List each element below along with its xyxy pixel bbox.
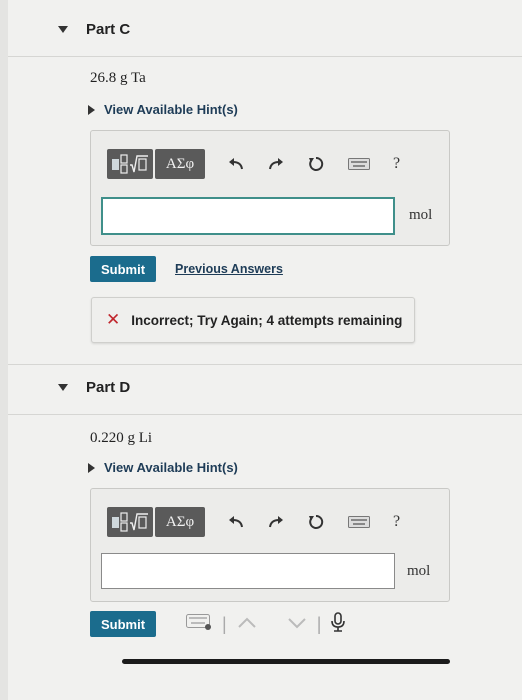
feedback-banner: ✕ Incorrect; Try Again; 4 attempts remai… <box>91 297 415 343</box>
help-icon[interactable]: ? <box>393 155 400 173</box>
part-c-submit-button[interactable]: Submit <box>90 256 157 282</box>
math-toolbar: ΑΣφ ? <box>107 507 400 537</box>
templates-icon <box>112 512 148 532</box>
part-d-title: Part D <box>86 379 131 396</box>
part-c-unit: mol <box>409 207 433 223</box>
part-d-header[interactable]: Part D <box>58 379 130 396</box>
keyboard-accessory-bar: | | <box>186 612 346 637</box>
keyboard-icon[interactable] <box>186 614 212 635</box>
part-d-hint-toggle[interactable]: View Available Hint(s) <box>88 460 238 475</box>
previous-answers-link[interactable]: Previous Answers <box>175 262 283 276</box>
part-c-title: Part C <box>86 21 131 38</box>
close-icon: ✕ <box>106 310 121 329</box>
divider: | <box>222 614 227 634</box>
keyboard-icon[interactable] <box>347 155 371 173</box>
chevron-down-icon <box>58 26 68 33</box>
part-d-unit: mol <box>407 563 431 579</box>
chevron-up-icon[interactable] <box>237 616 257 634</box>
divider <box>8 414 522 415</box>
chevron-down-icon <box>58 384 68 391</box>
reset-icon[interactable] <box>307 513 325 531</box>
part-d-submit-button[interactable]: Submit <box>90 611 157 637</box>
redo-icon[interactable] <box>267 513 285 531</box>
symbols-button[interactable]: ΑΣφ <box>155 507 205 537</box>
chevron-down-icon[interactable] <box>287 616 307 634</box>
undo-icon[interactable] <box>227 513 245 531</box>
keyboard-icon[interactable] <box>347 513 371 531</box>
divider <box>8 364 522 365</box>
help-icon[interactable]: ? <box>393 513 400 531</box>
hint-label: View Available Hint(s) <box>104 460 238 475</box>
symbols-button[interactable]: ΑΣφ <box>155 149 205 179</box>
part-c-question: 26.8 g Ta <box>90 70 146 86</box>
part-c-answer-input[interactable] <box>101 197 395 235</box>
math-toolbar: ΑΣφ ? <box>107 149 400 179</box>
part-c-answer-box: ΑΣφ ? mol <box>90 130 450 246</box>
home-indicator <box>122 659 450 664</box>
templates-button[interactable] <box>107 507 153 537</box>
feedback-text: Incorrect; Try Again; 4 attempts remaini… <box>131 312 403 328</box>
redo-icon[interactable] <box>267 155 285 173</box>
divider: | <box>316 614 322 634</box>
part-d-question: 0.220 g Li <box>90 430 153 446</box>
templates-button[interactable] <box>107 149 153 179</box>
part-c-hint-toggle[interactable]: View Available Hint(s) <box>88 102 238 117</box>
reset-icon[interactable] <box>307 155 325 173</box>
microphone-icon[interactable] <box>331 612 346 637</box>
part-c-header[interactable]: Part C <box>58 21 130 38</box>
caret-right-icon <box>88 462 95 473</box>
part-d-answer-box: ΑΣφ ? mol <box>90 488 450 602</box>
divider <box>8 56 522 57</box>
templates-icon <box>112 154 148 174</box>
left-rule <box>0 0 8 700</box>
part-d-answer-input[interactable] <box>101 553 395 589</box>
caret-right-icon <box>88 104 95 115</box>
undo-icon[interactable] <box>227 155 245 173</box>
hint-label: View Available Hint(s) <box>104 102 238 117</box>
